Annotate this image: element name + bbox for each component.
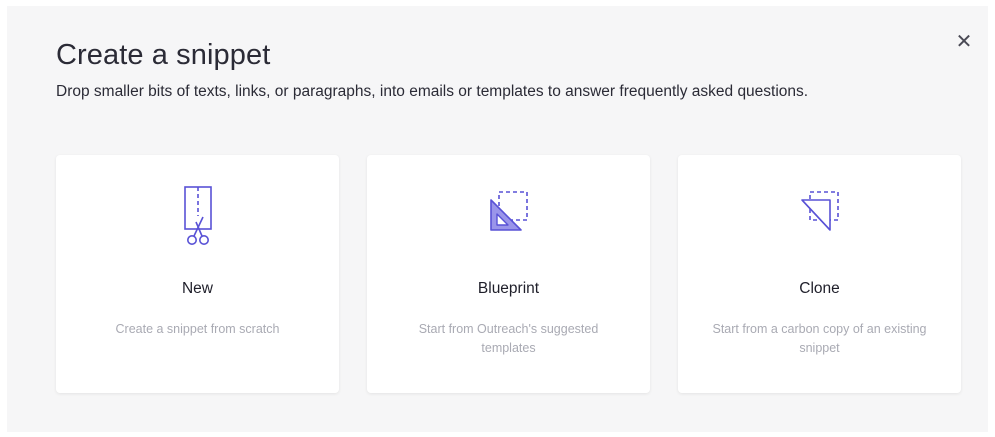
option-card-blueprint[interactable]: Blueprint Start from Outreach's suggeste… xyxy=(367,155,650,393)
option-title: Blueprint xyxy=(477,280,540,297)
close-button[interactable]: ✕ xyxy=(953,31,975,53)
option-title: Clone xyxy=(799,280,840,297)
option-card-clone[interactable]: Clone Start from a carbon copy of an exi… xyxy=(678,155,961,393)
dialog-subtitle: Drop smaller bits of texts, links, or pa… xyxy=(56,83,809,100)
option-card-new[interactable]: New Create a snippet from scratch xyxy=(56,155,339,393)
option-title: New xyxy=(181,280,213,297)
scissors-page-icon xyxy=(174,184,222,248)
option-description: Create a snippet from scratch xyxy=(115,322,280,336)
close-icon: ✕ xyxy=(955,31,973,53)
create-snippet-dialog: ✕ Create a snippet Drop smaller bits of … xyxy=(7,6,988,432)
option-cards: New Create a snippet from scratch Bluepr… xyxy=(56,155,961,393)
dialog-title: Create a snippet xyxy=(56,39,271,71)
option-description: Start from Outreach's suggested template… xyxy=(418,322,599,355)
blueprint-triangle-icon xyxy=(485,184,533,248)
clone-triangle-icon xyxy=(796,184,844,248)
option-description: Start from a carbon copy of an existing … xyxy=(712,322,927,355)
